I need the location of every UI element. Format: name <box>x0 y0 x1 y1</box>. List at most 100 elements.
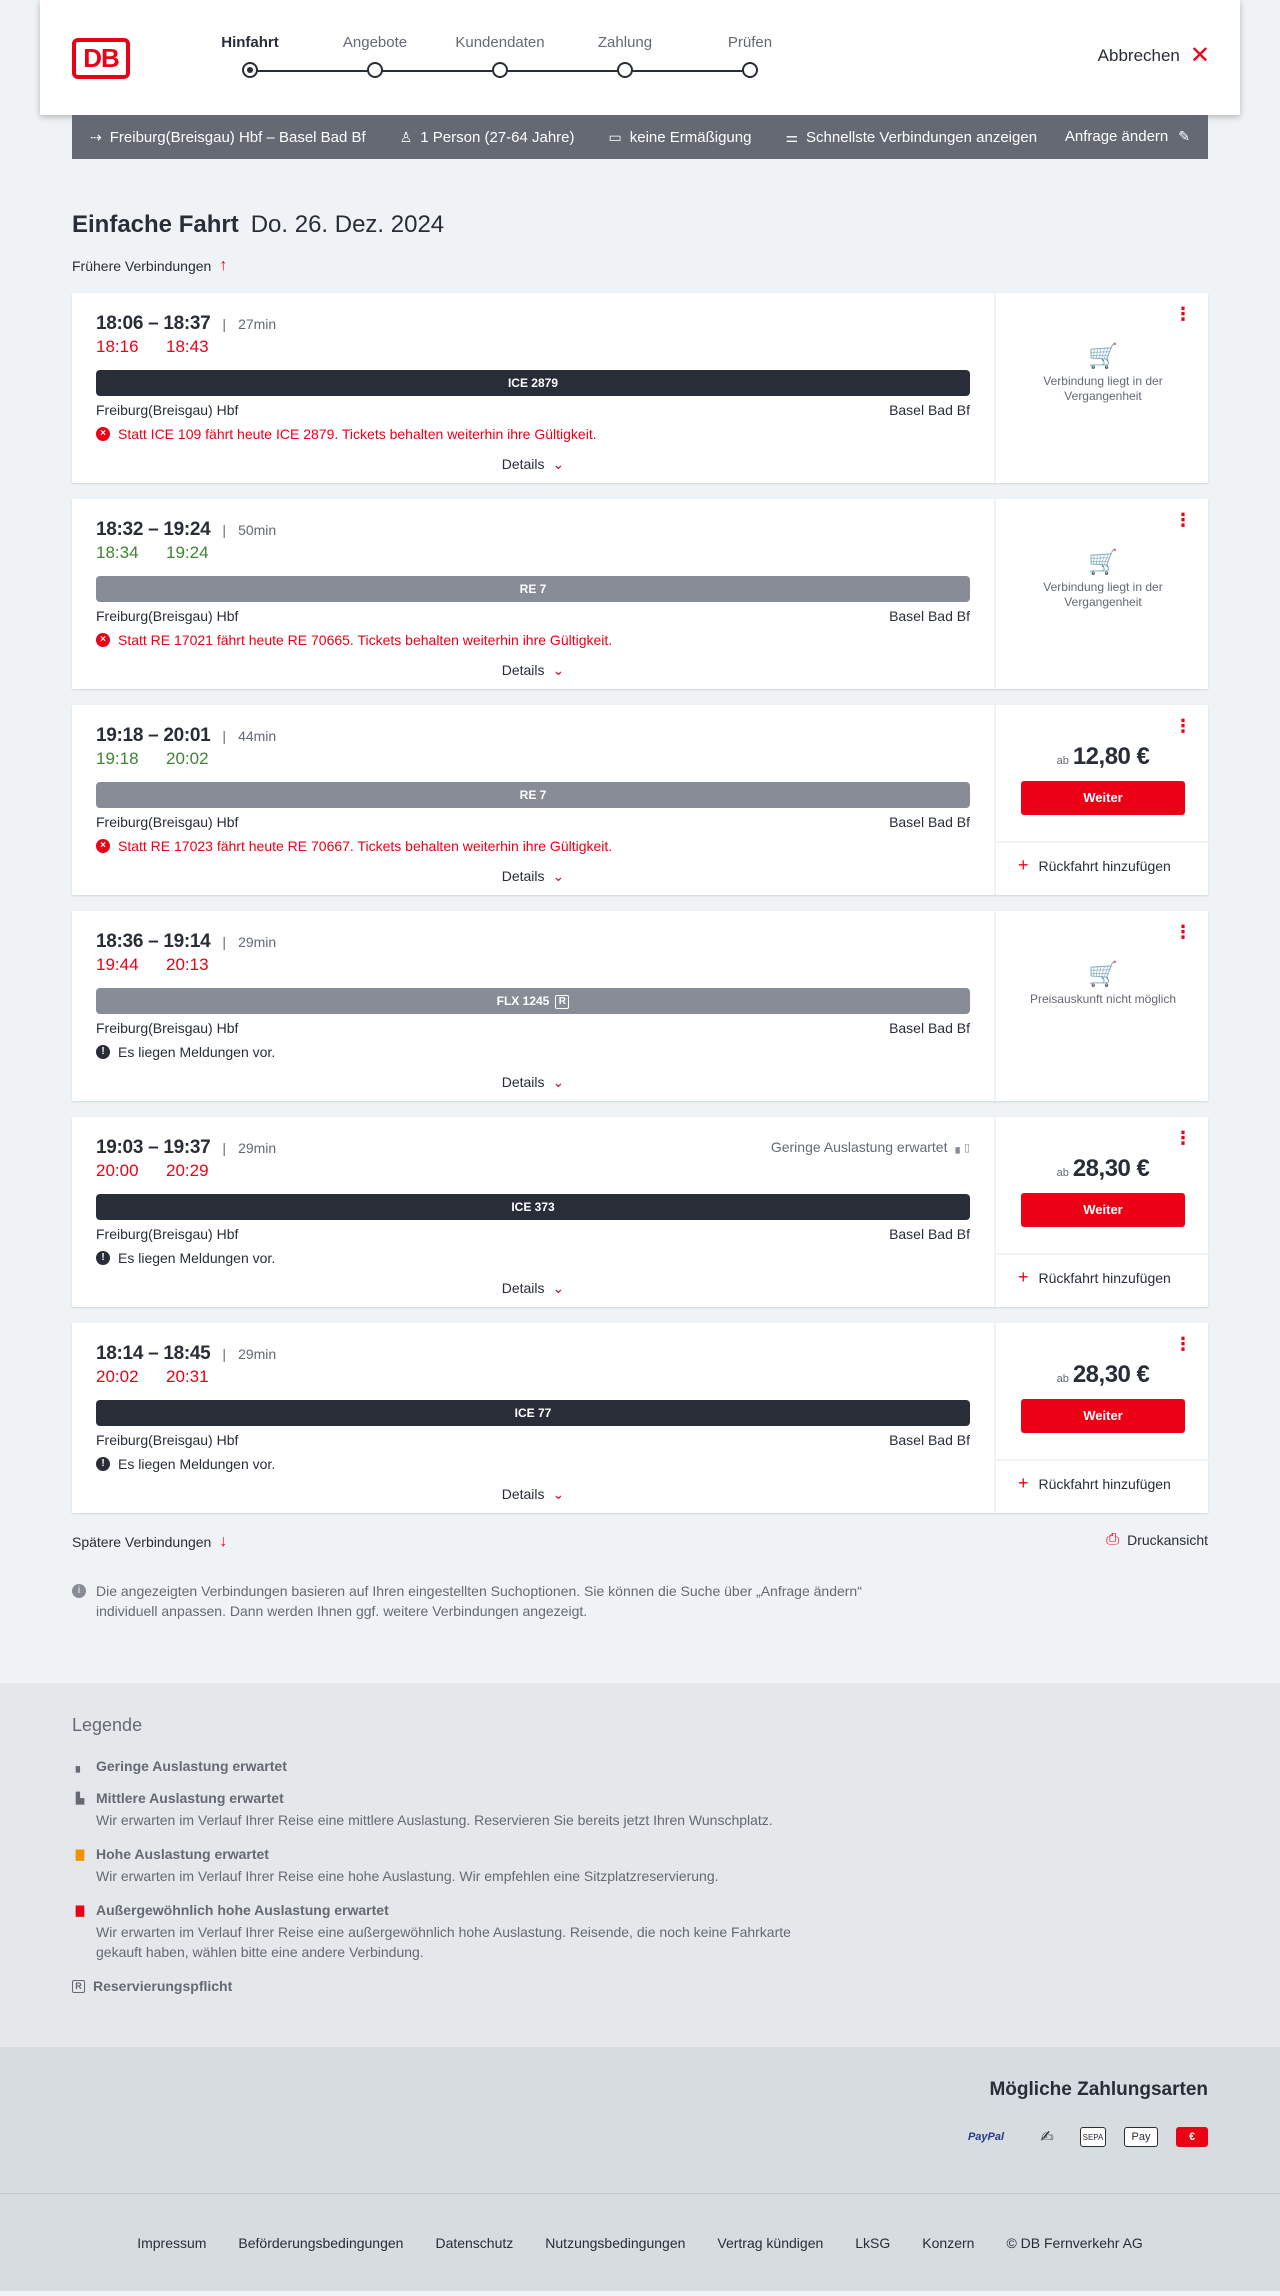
legend-label: Hohe Auslastung erwartet <box>96 1846 269 1862</box>
connection-card: 18:14 – 18:45 | 29min 20:02 20:31 ICE 77… <box>72 1323 1210 1513</box>
occupancy-icon: ▙ <box>75 1792 85 1805</box>
step-pruefen[interactable]: Prüfen <box>680 34 820 78</box>
reservation-required-icon: R <box>555 994 570 1009</box>
cart-unavailable-icon: 🛒 <box>1088 961 1118 988</box>
later-connections-link[interactable]: Spätere Verbindungen ↓ <box>72 1531 1208 1553</box>
details-toggle[interactable]: Details ⌄ <box>72 1486 994 1503</box>
details-toggle[interactable]: Details ⌄ <box>72 662 994 679</box>
footer-link-konzern[interactable]: Konzern <box>922 2235 974 2251</box>
weiter-button[interactable]: Weiter <box>1021 781 1185 815</box>
weiter-button[interactable]: Weiter <box>1021 1399 1185 1433</box>
step-dot <box>492 62 508 78</box>
more-options-icon[interactable]: ⋮ <box>1174 923 1192 941</box>
destination-station: Basel Bad Bf <box>889 1020 970 1036</box>
offer-panel: ⋮ 🛒 Verbindung liegt in der Vergangenhei… <box>994 499 1208 689</box>
footer-link-impressum[interactable]: Impressum <box>137 2235 206 2251</box>
header: DB Hinfahrt Angebote Kundendaten Zahlung… <box>40 0 1240 115</box>
price: ab 28,30 € <box>996 1155 1210 1183</box>
realtime-arrival: 19:24 <box>166 543 209 562</box>
info-icon: i <box>72 1584 86 1598</box>
footer: Impressum Beförderungsbedingungen Datens… <box>0 2193 1280 2291</box>
origin-station: Freiburg(Breisgau) Hbf <box>96 1432 239 1448</box>
legend: Legende ▖ Geringe Auslastung erwartet ▙ … <box>0 1683 1280 2047</box>
occupancy-text: Geringe Auslastung erwartet <box>770 1139 948 1155</box>
db-card-icon: € <box>1176 2127 1208 2147</box>
footer-link-lksg[interactable]: LkSG <box>855 2235 890 2251</box>
connection-info[interactable]: 18:32 – 19:24 | 50min 18:34 19:24 RE 7 F… <box>72 499 994 689</box>
later-label: Spätere Verbindungen <box>72 1534 212 1550</box>
details-toggle[interactable]: Details ⌄ <box>72 868 994 885</box>
stations-row: Freiburg(Breisgau) Hbf Basel Bad Bf <box>96 1226 970 1244</box>
fastest-summary: ⚌ Schnellste Verbindungen anzeigen <box>785 129 1037 146</box>
duration: 44min <box>238 728 277 744</box>
occupancy-indicator: Geringe Auslastung erwartet ▖▯ <box>771 1139 970 1155</box>
footer-link-befoerderung[interactable]: Beförderungsbedingungen <box>238 2235 403 2251</box>
duration: 50min <box>238 522 277 538</box>
footer-link-datenschutz[interactable]: Datenschutz <box>435 2235 513 2251</box>
destination-station: Basel Bad Bf <box>889 608 970 624</box>
step-dot <box>617 62 633 78</box>
weiter-button[interactable]: Weiter <box>1021 1193 1185 1227</box>
details-toggle[interactable]: Details ⌄ <box>72 1074 994 1091</box>
connection-card: 18:36 – 19:14 | 29min 19:44 20:13 FLX 12… <box>72 911 1208 1101</box>
connection-info[interactable]: 18:14 – 18:45 | 29min 20:02 20:31 ICE 77… <box>72 1323 994 1513</box>
details-label: Details <box>501 456 545 472</box>
stations-row: Freiburg(Breisgau) Hbf Basel Bad Bf <box>96 1020 970 1038</box>
price-prefix: ab <box>1056 1167 1069 1179</box>
occupancy-icon: ▖ <box>75 1760 85 1773</box>
footer-link-nutzung[interactable]: Nutzungsbedingungen <box>545 2235 685 2251</box>
scheduled-time: 19:03 – 19:37 <box>96 1137 211 1158</box>
add-return-button[interactable]: + Rückfahrt hinzufügen <box>1018 855 1171 876</box>
db-logo[interactable]: DB <box>72 38 130 79</box>
connection-info[interactable]: 18:06 – 18:37 | 27min 18:16 18:43 ICE 28… <box>72 293 994 483</box>
time-row: 18:06 – 18:37 | 27min <box>96 313 970 335</box>
train-number: FLX 1245 <box>496 994 550 1008</box>
earlier-connections-link[interactable]: Frühere Verbindungen ↑ <box>72 255 1208 277</box>
details-toggle[interactable]: Details ⌄ <box>72 456 994 473</box>
unavailable-box: 🛒 Verbindung liegt in der Vergangenheit <box>996 551 1210 610</box>
step-label: Hinfahrt <box>221 34 279 51</box>
more-options-icon[interactable]: ⋮ <box>1174 511 1192 529</box>
train-bar: FLX 1245 R <box>96 988 970 1014</box>
main-content: Einfache Fahrt Do. 26. Dez. 2024 Frühere… <box>72 211 1210 1621</box>
connection-info[interactable]: 19:18 – 20:01 | 44min 19:18 20:02 RE 7 F… <box>72 705 994 895</box>
stations-row: Freiburg(Breisgau) Hbf Basel Bad Bf <box>96 1432 970 1450</box>
add-return-button[interactable]: + Rückfahrt hinzufügen <box>1018 1473 1171 1494</box>
step-zahlung[interactable]: Zahlung <box>555 34 695 78</box>
arrow-up-icon: ↑ <box>219 257 228 274</box>
route-arrow-icon: ⇢ <box>90 128 102 145</box>
error-icon: × <box>96 633 110 647</box>
realtime-row: 19:18 20:02 <box>96 749 970 773</box>
scheduled-time: 18:14 – 18:45 <box>96 1343 211 1364</box>
more-options-icon[interactable]: ⋮ <box>1174 305 1192 323</box>
offer-panel: ⋮ ab 28,30 € Weiter + Rückfahrt hinzufügen <box>994 1117 1210 1307</box>
destination-station: Basel Bad Bf <box>889 1432 970 1448</box>
details-toggle[interactable]: Details ⌄ <box>72 1280 994 1297</box>
step-angebote[interactable]: Angebote <box>305 34 445 78</box>
plus-icon: + <box>1018 1267 1029 1287</box>
legend-description: Wir erwarten im Verlauf Ihrer Reise eine… <box>96 1924 791 1960</box>
alert-icon: ! <box>96 1251 110 1265</box>
destination-station: Basel Bad Bf <box>889 814 970 830</box>
price-prefix: ab <box>1056 1373 1069 1385</box>
chevron-down-icon: ⌄ <box>552 456 565 472</box>
realtime-row: 18:16 18:43 <box>96 337 970 361</box>
print-view-link[interactable]: ⎙ Druckansicht <box>1106 1531 1208 1549</box>
train-bar: RE 7 <box>96 782 970 808</box>
cancel-button[interactable]: Abbrechen ✕ <box>1098 44 1210 68</box>
edit-request-button[interactable]: Anfrage ändern ✎ <box>1065 128 1190 145</box>
scheduled-time: 18:32 – 19:24 <box>96 519 211 540</box>
origin-station: Freiburg(Breisgau) Hbf <box>96 402 239 418</box>
details-label: Details <box>501 1486 545 1502</box>
fastest-text: Schnellste Verbindungen anzeigen <box>806 128 1038 146</box>
connection-info[interactable]: 18:36 – 19:14 | 29min 19:44 20:13 FLX 12… <box>72 911 994 1101</box>
paypal-icon: PayPal <box>967 2131 1005 2143</box>
step-kundendaten[interactable]: Kundendaten <box>430 34 570 78</box>
step-hinfahrt[interactable]: Hinfahrt <box>180 34 320 78</box>
add-return-button[interactable]: + Rückfahrt hinzufügen <box>1018 1267 1171 1288</box>
connection-info[interactable]: 19:03 – 19:37 | 29min Geringe Auslastung… <box>72 1117 994 1307</box>
footer-link-kuendigen[interactable]: Vertrag kündigen <box>717 2235 823 2251</box>
realtime-departure: 18:16 <box>96 337 139 356</box>
realtime-departure: 20:00 <box>96 1161 139 1180</box>
realtime-row: 18:34 19:24 <box>96 543 970 567</box>
